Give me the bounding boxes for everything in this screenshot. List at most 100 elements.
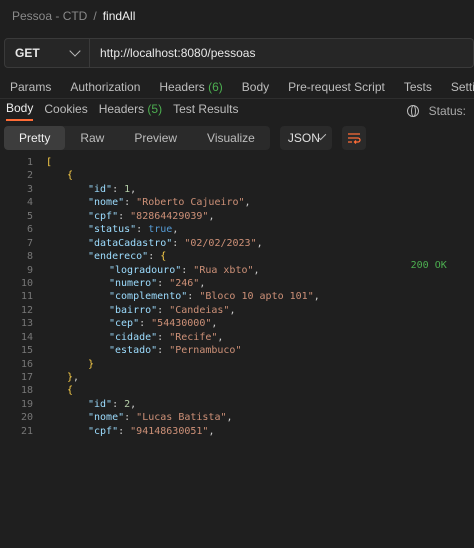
breadcrumb-collection[interactable]: Pessoa - CTD bbox=[12, 9, 87, 23]
response-tab-headers[interactable]: Headers (5) bbox=[99, 102, 162, 120]
code-token: "cpf" bbox=[88, 210, 119, 222]
code-token: , bbox=[211, 318, 218, 330]
globe-icon[interactable] bbox=[406, 105, 419, 117]
code-token: , bbox=[208, 425, 215, 437]
code-token: "Bloco 10 apto 101" bbox=[199, 291, 314, 303]
line-number: 6 bbox=[26, 224, 33, 236]
view-visualize-button[interactable]: Visualize bbox=[192, 126, 270, 150]
code-token: "complemento" bbox=[109, 291, 188, 303]
code-line: 14 "cidade": "Recife", bbox=[0, 331, 474, 344]
breadcrumb: Pessoa - CTD / findAll bbox=[0, 0, 474, 32]
line-number: 11 bbox=[20, 291, 33, 303]
code-text: "bairro": "Candeias", bbox=[109, 304, 235, 317]
line-number: 7 bbox=[26, 237, 33, 249]
code-token: "82864429039" bbox=[130, 210, 209, 222]
code-line: 21 "cpf": "94148630051", bbox=[0, 425, 474, 438]
code-token: : bbox=[157, 331, 170, 343]
code-text: "cpf": "94148630051", bbox=[88, 425, 214, 438]
response-headers-count-badge: (5) bbox=[147, 102, 163, 116]
tab-settings[interactable]: Settings bbox=[451, 80, 474, 94]
response-tab-test-results[interactable]: Test Results bbox=[173, 102, 238, 120]
code-text: { bbox=[67, 169, 73, 182]
status-label: Status: bbox=[428, 104, 466, 118]
code-token: true bbox=[148, 224, 173, 236]
wrap-lines-button[interactable] bbox=[341, 126, 366, 150]
code-line: 8 "endereco": { bbox=[0, 250, 474, 263]
format-select[interactable]: JSON bbox=[279, 126, 332, 150]
code-text: }, bbox=[67, 371, 79, 384]
response-body-code[interactable]: 1[2{3 "id": 1, 4 "nome": "Roberto Cajueiro"… bbox=[0, 156, 474, 444]
tab-headers[interactable]: Headers (6) bbox=[159, 80, 222, 94]
line-number: 20 bbox=[20, 412, 33, 424]
url-input[interactable]: http://localhost:8080/pessoas bbox=[90, 38, 474, 68]
code-text: "nome": "Lucas Batista", bbox=[88, 411, 233, 424]
code-token: "bairro" bbox=[109, 304, 158, 316]
tab-pre-request-script[interactable]: Pre-request Script bbox=[288, 80, 385, 94]
code-line: 3 "id": 1, bbox=[0, 183, 474, 196]
response-tab-cookies[interactable]: Cookies bbox=[44, 102, 87, 120]
code-token: } bbox=[88, 358, 95, 370]
line-number: 2 bbox=[26, 170, 33, 182]
code-token: : bbox=[157, 277, 170, 289]
code-line: 20 "nome": "Lucas Batista", bbox=[0, 411, 474, 424]
code-token: : bbox=[139, 318, 152, 330]
code-token: "Lucas Batista" bbox=[136, 412, 227, 424]
code-text: "id": 1, bbox=[88, 183, 136, 196]
response-tabs: Body Cookies Headers (5) Test Results bbox=[0, 100, 474, 122]
code-line: 2{ bbox=[0, 169, 474, 182]
code-token: "02/02/2023" bbox=[184, 237, 257, 249]
code-token: : bbox=[118, 210, 131, 222]
code-token: : bbox=[148, 251, 161, 263]
code-line: 10 "numero": "246", bbox=[0, 277, 474, 290]
code-token: { bbox=[160, 251, 167, 263]
tab-body[interactable]: Body bbox=[242, 80, 269, 94]
code-text: "cpf": "82864429039", bbox=[88, 210, 214, 223]
breadcrumb-request[interactable]: findAll bbox=[103, 9, 136, 23]
code-text: "cidade": "Recife", bbox=[109, 331, 223, 344]
code-line: 4 "nome": "Roberto Cajueiro", bbox=[0, 196, 474, 209]
code-token: , bbox=[229, 304, 236, 316]
code-token: : bbox=[118, 425, 131, 437]
code-token: : bbox=[181, 264, 194, 276]
code-line: 7 "dataCadastro": "02/02/2023", bbox=[0, 237, 474, 250]
code-line: 15 "estado": "Pernambuco" bbox=[0, 344, 474, 357]
code-line: 13 "cep": "54430000", bbox=[0, 317, 474, 330]
code-token: : bbox=[157, 345, 170, 357]
response-tab-body[interactable]: Body bbox=[6, 101, 34, 121]
code-token: : bbox=[172, 237, 185, 249]
code-token: "logradouro" bbox=[109, 264, 182, 276]
code-token: "94148630051" bbox=[130, 425, 209, 437]
tab-authorization[interactable]: Authorization bbox=[70, 80, 140, 94]
code-token: , bbox=[253, 264, 260, 276]
code-line: 5 "cpf": "82864429039", bbox=[0, 210, 474, 223]
line-number: 8 bbox=[26, 251, 33, 263]
headers-count-badge: (6) bbox=[208, 80, 223, 94]
code-token: , bbox=[172, 224, 179, 236]
response-status: Status: 200 OK bbox=[406, 104, 466, 271]
code-line: 16} bbox=[0, 358, 474, 371]
line-number: 14 bbox=[20, 331, 33, 343]
code-token: "id" bbox=[88, 398, 113, 410]
line-number: 13 bbox=[20, 318, 33, 330]
line-number: 15 bbox=[20, 345, 33, 357]
view-pretty-button[interactable]: Pretty bbox=[4, 126, 66, 150]
code-text: "endereco": { bbox=[88, 250, 166, 263]
code-token: "cep" bbox=[109, 318, 140, 330]
tab-params[interactable]: Params bbox=[10, 80, 51, 94]
request-bar: GET http://localhost:8080/pessoas bbox=[4, 38, 474, 68]
code-line: 11 "complemento": "Bloco 10 apto 101", bbox=[0, 290, 474, 303]
code-token: : bbox=[124, 412, 137, 424]
code-token: "status" bbox=[88, 224, 137, 236]
code-token: , bbox=[313, 291, 320, 303]
view-preview-button[interactable]: Preview bbox=[119, 126, 192, 150]
line-number: 10 bbox=[20, 277, 33, 289]
method-select[interactable]: GET bbox=[4, 38, 90, 68]
code-token: "Roberto Cajueiro" bbox=[136, 197, 245, 209]
line-number: 16 bbox=[20, 358, 33, 370]
request-tabs: Params Authorization Headers (6) Body Pr… bbox=[0, 78, 474, 96]
format-label: JSON bbox=[287, 131, 320, 145]
tab-tests[interactable]: Tests bbox=[404, 80, 432, 94]
code-token: "cidade" bbox=[109, 331, 158, 343]
code-token: : bbox=[187, 291, 200, 303]
view-raw-button[interactable]: Raw bbox=[65, 126, 119, 150]
